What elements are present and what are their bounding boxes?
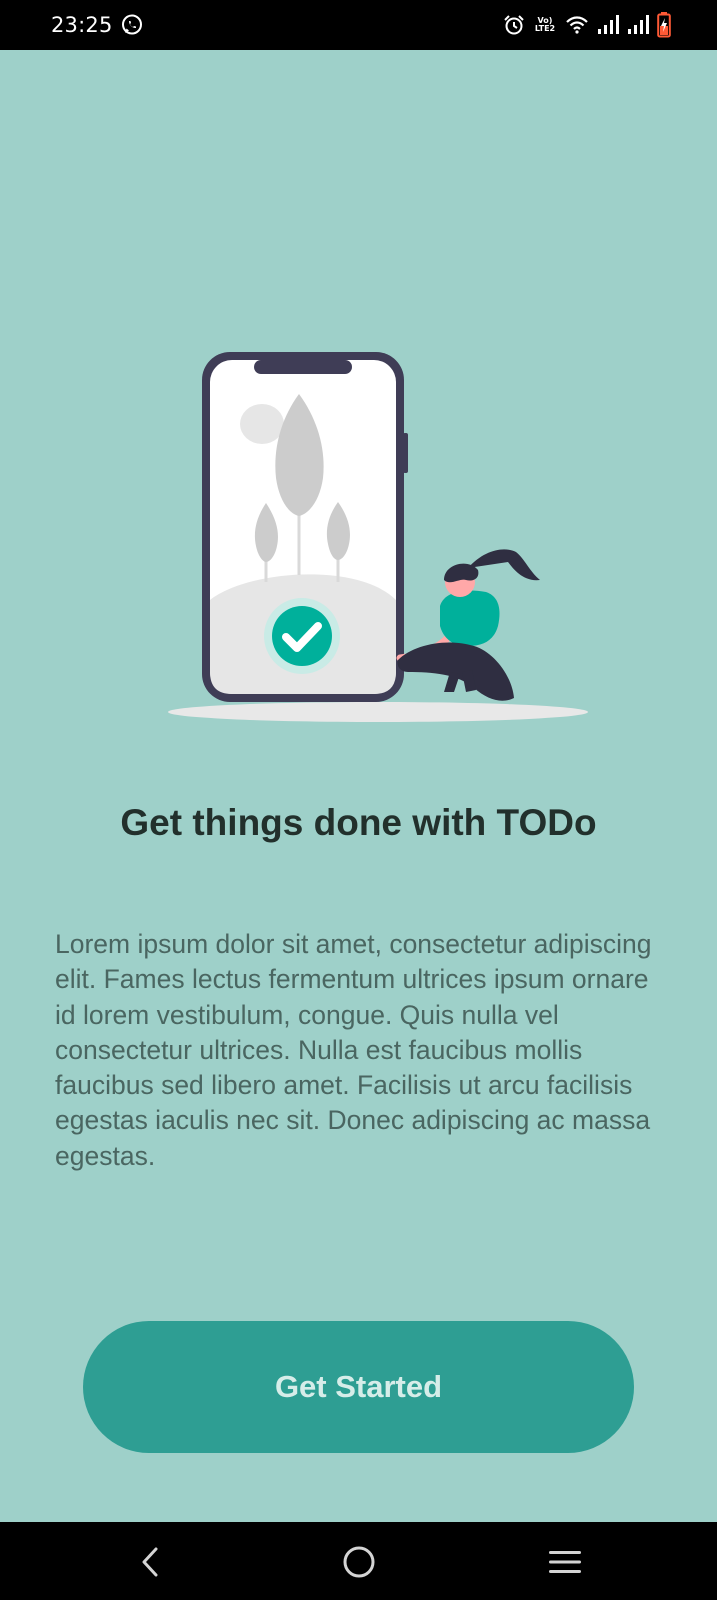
back-icon [142,1547,158,1577]
status-icons: Vo) LTE2 [503,12,671,38]
status-time: 23:25 [51,13,113,37]
alarm-icon [504,15,524,35]
description-text: Lorem ipsum dolor sit amet, consectetur … [55,929,652,1171]
wifi-icon [566,16,588,34]
navigation-bar [0,1522,717,1600]
get-started-button[interactable]: Get Started [83,1321,634,1453]
home-button[interactable] [339,1542,379,1582]
onboarding-illustration [168,352,588,722]
page-title: Get things done with TODo [120,802,597,843]
signal-icon [628,15,649,34]
whatsapp-icon [122,14,142,35]
network-label: Vo) LTE2 [534,16,556,33]
recents-icon [549,1551,581,1573]
status-bar: 23:25 Vo) LTE2 [0,0,717,50]
home-icon [343,1546,375,1578]
onboarding-screen: Get things done with TODo Lorem ipsum do… [0,50,717,1522]
recents-button[interactable] [545,1542,585,1582]
back-button[interactable] [130,1542,170,1582]
volte-icon: Vo) LTE2 [533,17,557,33]
battery-charging-icon [657,12,671,38]
signal-icon [598,15,619,34]
